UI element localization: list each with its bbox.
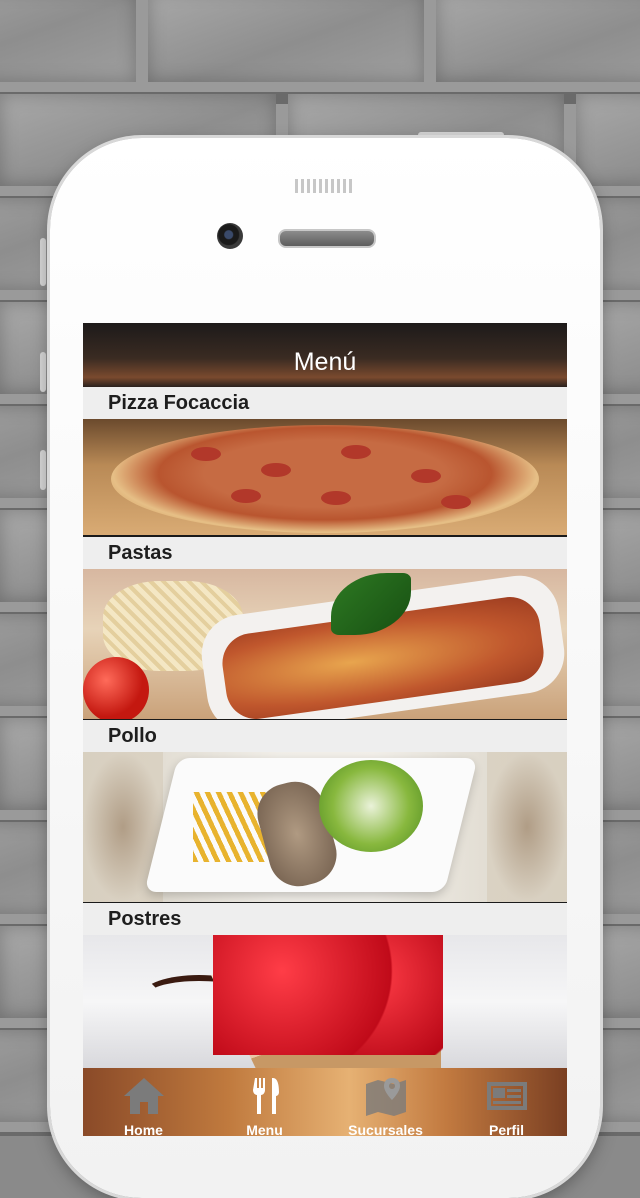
tab-sucursales[interactable]: Sucursales [325, 1068, 446, 1136]
menu-category-pollo[interactable]: Pollo [83, 720, 567, 902]
tomato-graphic [83, 657, 149, 719]
id-card-icon [485, 1076, 529, 1116]
tab-label: Perfil [488, 1122, 524, 1136]
chicken-image [83, 752, 567, 902]
app-screen: Menú Pizza Focaccia Pastas Pollo Postres… [83, 323, 567, 1136]
volume-down-button [40, 450, 46, 490]
page-title: Menú [293, 347, 357, 376]
tab-perfil[interactable]: Perfil [446, 1068, 567, 1136]
tab-label: Menu [246, 1122, 283, 1136]
navigation-bar: Menú [83, 323, 567, 387]
tab-label: Home [124, 1122, 163, 1136]
tab-bar: Home Menu Sucursales Perfil [83, 1068, 567, 1136]
menu-category-pizza[interactable]: Pizza Focaccia [83, 387, 567, 535]
speaker-grille [295, 179, 353, 193]
pizza-image [83, 419, 567, 535]
mute-switch [40, 238, 46, 286]
volume-up-button [40, 352, 46, 392]
dessert-image [83, 935, 567, 1069]
menu-category-pastas[interactable]: Pastas [83, 537, 567, 719]
brick-row [0, 0, 640, 82]
category-label: Pastas [83, 537, 567, 569]
house-icon [122, 1076, 166, 1116]
pizza-graphic [111, 425, 539, 533]
category-label: Postres [83, 903, 567, 935]
tab-menu[interactable]: Menu [204, 1068, 325, 1136]
pasta-image [83, 569, 567, 719]
category-label: Pizza Focaccia [83, 387, 567, 419]
earpiece-speaker [278, 229, 376, 248]
salad-graphic [319, 760, 423, 852]
menu-category-postres[interactable]: Postres [83, 903, 567, 1069]
tab-home[interactable]: Home [83, 1068, 204, 1136]
fork-knife-icon [243, 1076, 287, 1116]
category-label: Pollo [83, 720, 567, 752]
tab-label: Sucursales [348, 1122, 423, 1136]
front-camera [217, 223, 243, 249]
map-pin-icon [364, 1076, 408, 1116]
cherry-sauce-graphic [213, 935, 443, 1055]
